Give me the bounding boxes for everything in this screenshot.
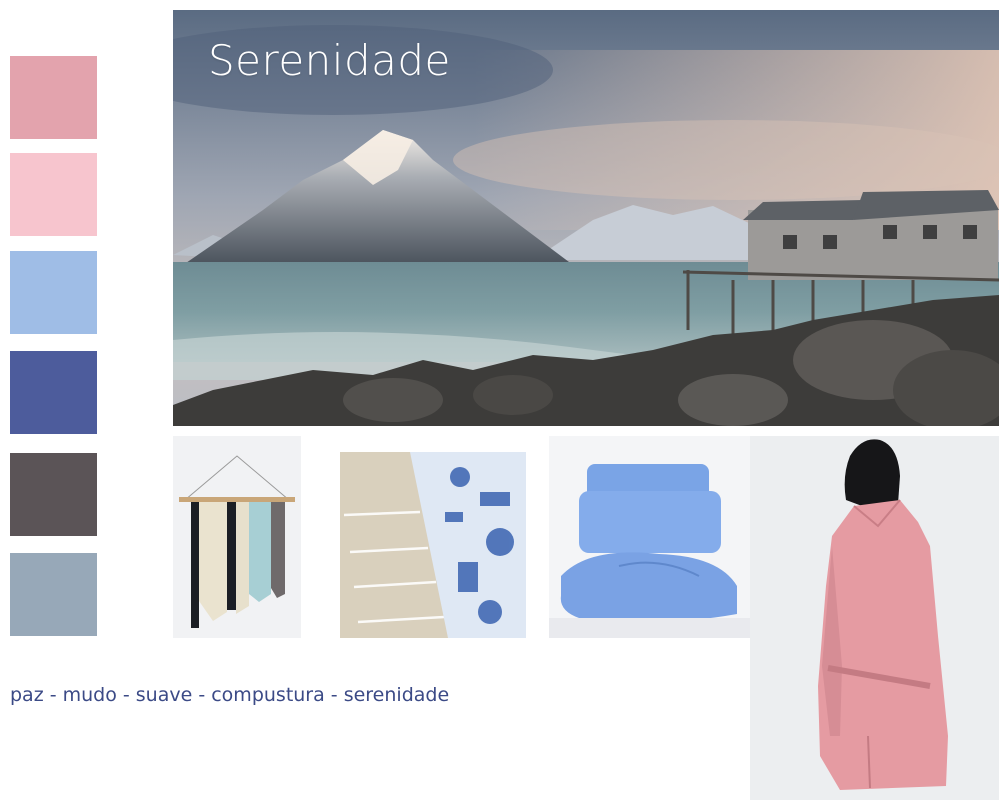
- patterned-fabric-image: [340, 452, 526, 638]
- swatch-blue-gray: [10, 553, 97, 636]
- swatch-light-pink: [10, 153, 97, 236]
- yarn-wall-hanging-image: [173, 436, 301, 638]
- mood-keywords: paz - mudo - suave - compustura - sereni…: [10, 684, 450, 706]
- hero-landscape-image: Serenidade: [173, 10, 999, 426]
- pink-coat-image: [750, 436, 999, 800]
- swatch-charcoal: [10, 453, 97, 536]
- swatch-rose: [10, 56, 97, 139]
- swatch-indigo: [10, 351, 97, 434]
- swatch-light-blue: [10, 251, 97, 334]
- moodboard-title: Serenidade: [208, 36, 451, 85]
- blue-bedding-image: [549, 436, 750, 638]
